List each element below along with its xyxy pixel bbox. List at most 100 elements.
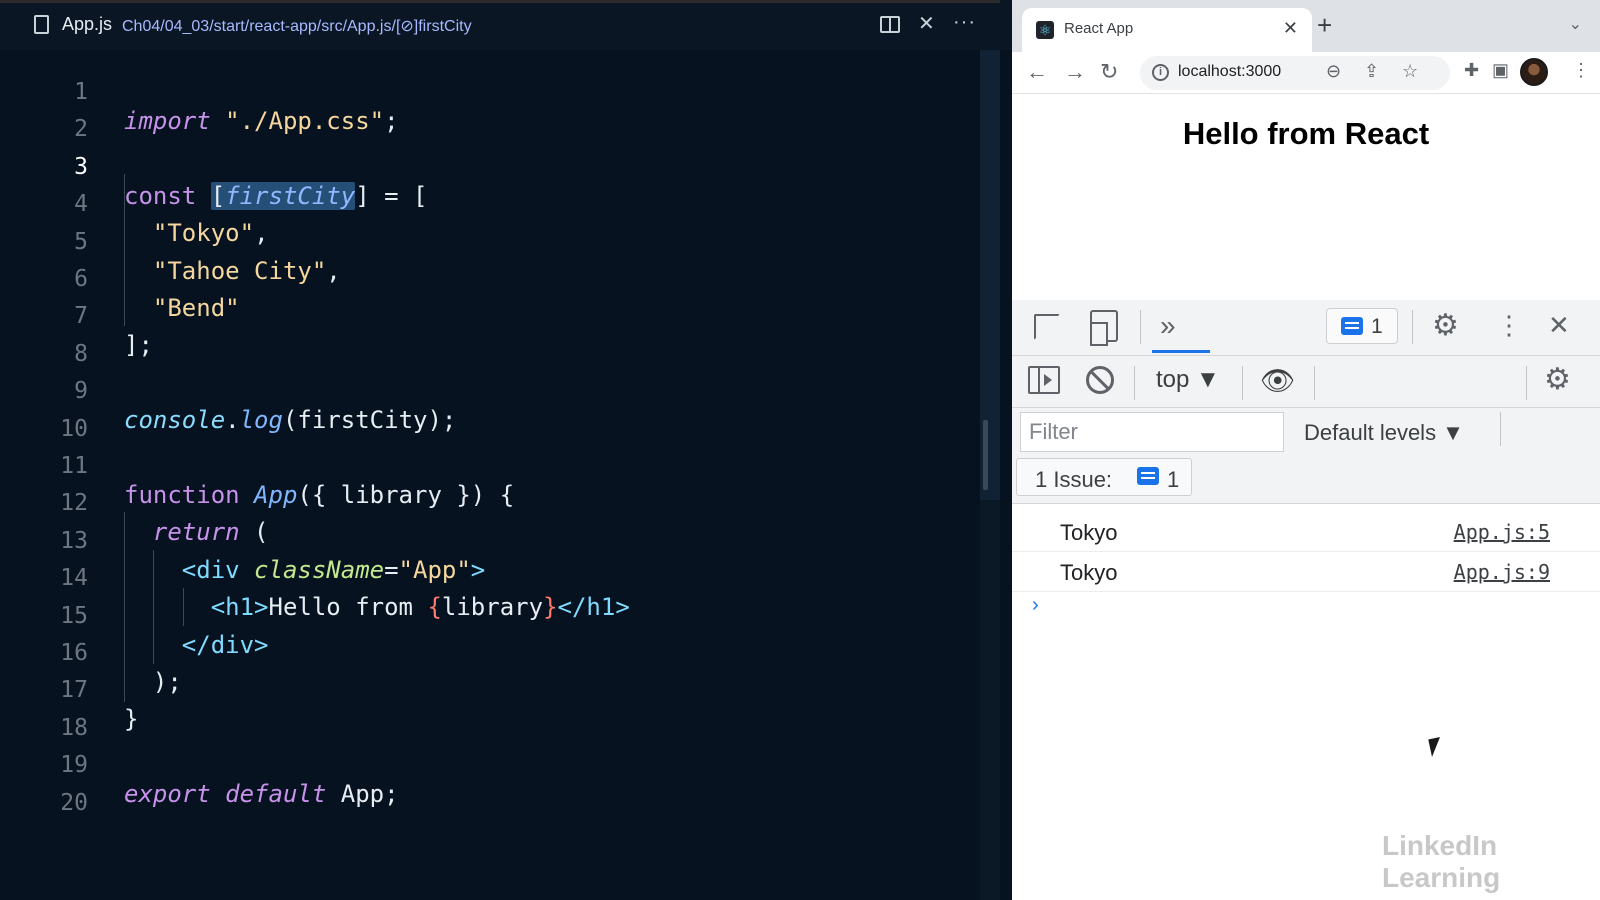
breadcrumb-symbol[interactable]: firstCity	[418, 18, 471, 35]
watermark: LinkedIn Learning	[1382, 830, 1501, 893]
more-tabs-icon[interactable]: »	[1160, 310, 1176, 342]
log-message: Tokyo	[1060, 520, 1118, 545]
browser-tab[interactable]: ⚛ React App ✕	[1022, 8, 1312, 52]
context-selector[interactable]: top ▼	[1156, 366, 1220, 394]
page-heading: Hello from React	[1182, 116, 1430, 151]
device-toolbar-icon[interactable]	[1090, 310, 1118, 346]
divider	[1140, 310, 1141, 344]
inspect-element-icon[interactable]	[1034, 314, 1060, 340]
code-line-6[interactable]: 6 "Bend"	[0, 238, 980, 322]
code-line-13[interactable]: 13 <div className="App">	[0, 500, 980, 584]
console-toolbar: top ▼ 👁 ⚙	[1012, 356, 1600, 408]
star-icon[interactable]: ☆	[1402, 61, 1418, 82]
extensions-icon[interactable]: ✚	[1464, 60, 1479, 81]
browser-window: ⚛ React App ✕ + ⌄ ← → ↻ i localhost:3000…	[1012, 0, 1600, 900]
code-line-18[interactable]: 18	[0, 687, 980, 741]
eye-icon[interactable]: 👁	[1260, 364, 1296, 397]
active-tab-indicator	[1152, 350, 1210, 353]
info-icon[interactable]: i	[1152, 64, 1169, 81]
zoom-icon[interactable]: ⊖	[1326, 61, 1341, 82]
close-tab-icon[interactable]: ✕	[918, 12, 935, 36]
back-icon[interactable]: ←	[1026, 59, 1048, 85]
avatar[interactable]	[1520, 58, 1548, 86]
code-line-8[interactable]: 8	[0, 313, 980, 367]
divider	[1134, 366, 1135, 400]
chevron-down-icon[interactable]: ⌄	[1569, 14, 1582, 34]
log-source-link[interactable]: App.js:9	[1454, 560, 1550, 584]
code-line-1[interactable]: 1 import "./App.css";	[0, 51, 980, 135]
devtools-toolbar: » 1 ⚙ ⋮ ✕	[1012, 300, 1600, 356]
reload-icon[interactable]: ↻	[1100, 59, 1118, 85]
code-line-11[interactable]: 11 function App({ library }) {	[0, 425, 980, 509]
issues-count: 1	[1371, 315, 1383, 338]
file-icon	[34, 15, 49, 34]
console-log-row: Tokyo App.js:9	[1012, 552, 1600, 592]
log-message: Tokyo	[1060, 560, 1118, 585]
code-line-4[interactable]: 4 "Tokyo",	[0, 163, 980, 247]
code-line-16[interactable]: 16 );	[0, 612, 980, 696]
close-tab-icon[interactable]: ✕	[1283, 18, 1298, 39]
code-line-9[interactable]: 9 console.log(firstCity);	[0, 350, 980, 434]
mouse-cursor-icon	[1428, 736, 1444, 758]
new-tab-button[interactable]: +	[1317, 12, 1332, 38]
code-editor[interactable]: App.js Ch04/04_03/start/react-app/src/Ap…	[0, 0, 1012, 900]
message-icon	[1137, 467, 1159, 485]
issue-count: 1	[1167, 467, 1180, 492]
title-separator	[0, 0, 1000, 3]
filter-input[interactable]: Filter	[1020, 412, 1284, 452]
line-number: 20	[60, 790, 88, 816]
clear-console-icon[interactable]	[1086, 366, 1114, 394]
tab-strip: ⚛ React App ✕ + ⌄	[1012, 0, 1600, 52]
issues-button[interactable]: 1	[1326, 308, 1398, 344]
code-line-10[interactable]: 10	[0, 388, 980, 442]
symbol-icon: [⊘]	[395, 18, 419, 35]
breadcrumb[interactable]: Ch04/04_03/start/react-app/src/App.js/[⊘…	[122, 16, 472, 36]
issues-pill[interactable]: 1 Issue: 1	[1016, 458, 1192, 496]
code-line-2[interactable]: 2	[0, 88, 980, 142]
editor-tab-bar: App.js Ch04/04_03/start/react-app/src/Ap…	[0, 0, 1012, 50]
code-line-15[interactable]: 15 </div>	[0, 575, 980, 659]
close-devtools-icon[interactable]: ✕	[1548, 310, 1570, 341]
log-source-link[interactable]: App.js:5	[1454, 520, 1550, 544]
divider	[1412, 310, 1413, 344]
share-icon[interactable]: ⇪	[1364, 61, 1379, 82]
console-prompt[interactable]: ›	[1032, 594, 1039, 617]
kebab-menu-icon[interactable]: ⋮	[1496, 310, 1522, 341]
log-levels-dropdown[interactable]: Default levels ▼	[1304, 420, 1464, 446]
more-actions-icon[interactable]: ···	[953, 10, 976, 34]
divider	[1242, 366, 1243, 400]
code-line-7[interactable]: 7 ];	[0, 275, 980, 359]
forward-icon[interactable]: →	[1064, 59, 1086, 85]
react-icon: ⚛	[1036, 21, 1054, 39]
issues-label: 1 Issue:	[1035, 467, 1113, 492]
file-tab-name[interactable]: App.js	[62, 14, 112, 35]
code-line-3[interactable]: 3 const [firstCity] = [	[0, 126, 980, 210]
show-sidebar-icon[interactable]	[1028, 366, 1060, 394]
split-editor-icon[interactable]	[880, 16, 900, 33]
console-settings-icon[interactable]: ⚙	[1544, 362, 1571, 397]
settings-gear-icon[interactable]: ⚙	[1432, 308, 1459, 343]
web-page: Hello from React	[1012, 94, 1600, 300]
breadcrumb-path[interactable]: Ch04/04_03/start/react-app/src/App.js	[122, 18, 391, 35]
code-line-20[interactable]: 20	[0, 762, 980, 816]
menu-icon[interactable]: ⋮	[1572, 60, 1590, 81]
code-line-12[interactable]: 12 return (	[0, 462, 980, 546]
editor-scrollbar[interactable]	[980, 50, 1000, 900]
browser-toolbar: ← → ↻ i localhost:3000 ⊖ ⇪ ☆ ✚ ▣ ⋮	[1012, 52, 1600, 94]
code-line-14[interactable]: 14 <h1>Hello from {library}</h1>	[0, 537, 980, 621]
issues-bar: 1 Issue: 1	[1012, 452, 1600, 504]
devtools-panel: » 1 ⚙ ⋮ ✕ top ▼ 👁 ⚙ Filter Default level…	[1012, 300, 1600, 900]
divider	[1500, 412, 1501, 446]
code-area[interactable]: 1 import "./App.css"; 2 3 const [firstCi…	[0, 50, 980, 900]
tab-title: React App	[1064, 20, 1134, 37]
divider	[1314, 366, 1315, 400]
scrollbar-marker	[983, 420, 988, 490]
console-filter-bar: Filter Default levels ▼	[1012, 408, 1600, 452]
url-text[interactable]: localhost:3000	[1178, 63, 1281, 81]
code-line-17[interactable]: 17 }	[0, 649, 980, 733]
side-panel-icon[interactable]: ▣	[1492, 60, 1509, 81]
code-line-5[interactable]: 5 "Tahoe City",	[0, 201, 980, 285]
message-icon	[1341, 317, 1363, 335]
code-line-19[interactable]: 19 export default App;	[0, 724, 980, 808]
address-bar[interactable]: i localhost:3000 ⊖ ⇪ ☆	[1140, 56, 1450, 90]
